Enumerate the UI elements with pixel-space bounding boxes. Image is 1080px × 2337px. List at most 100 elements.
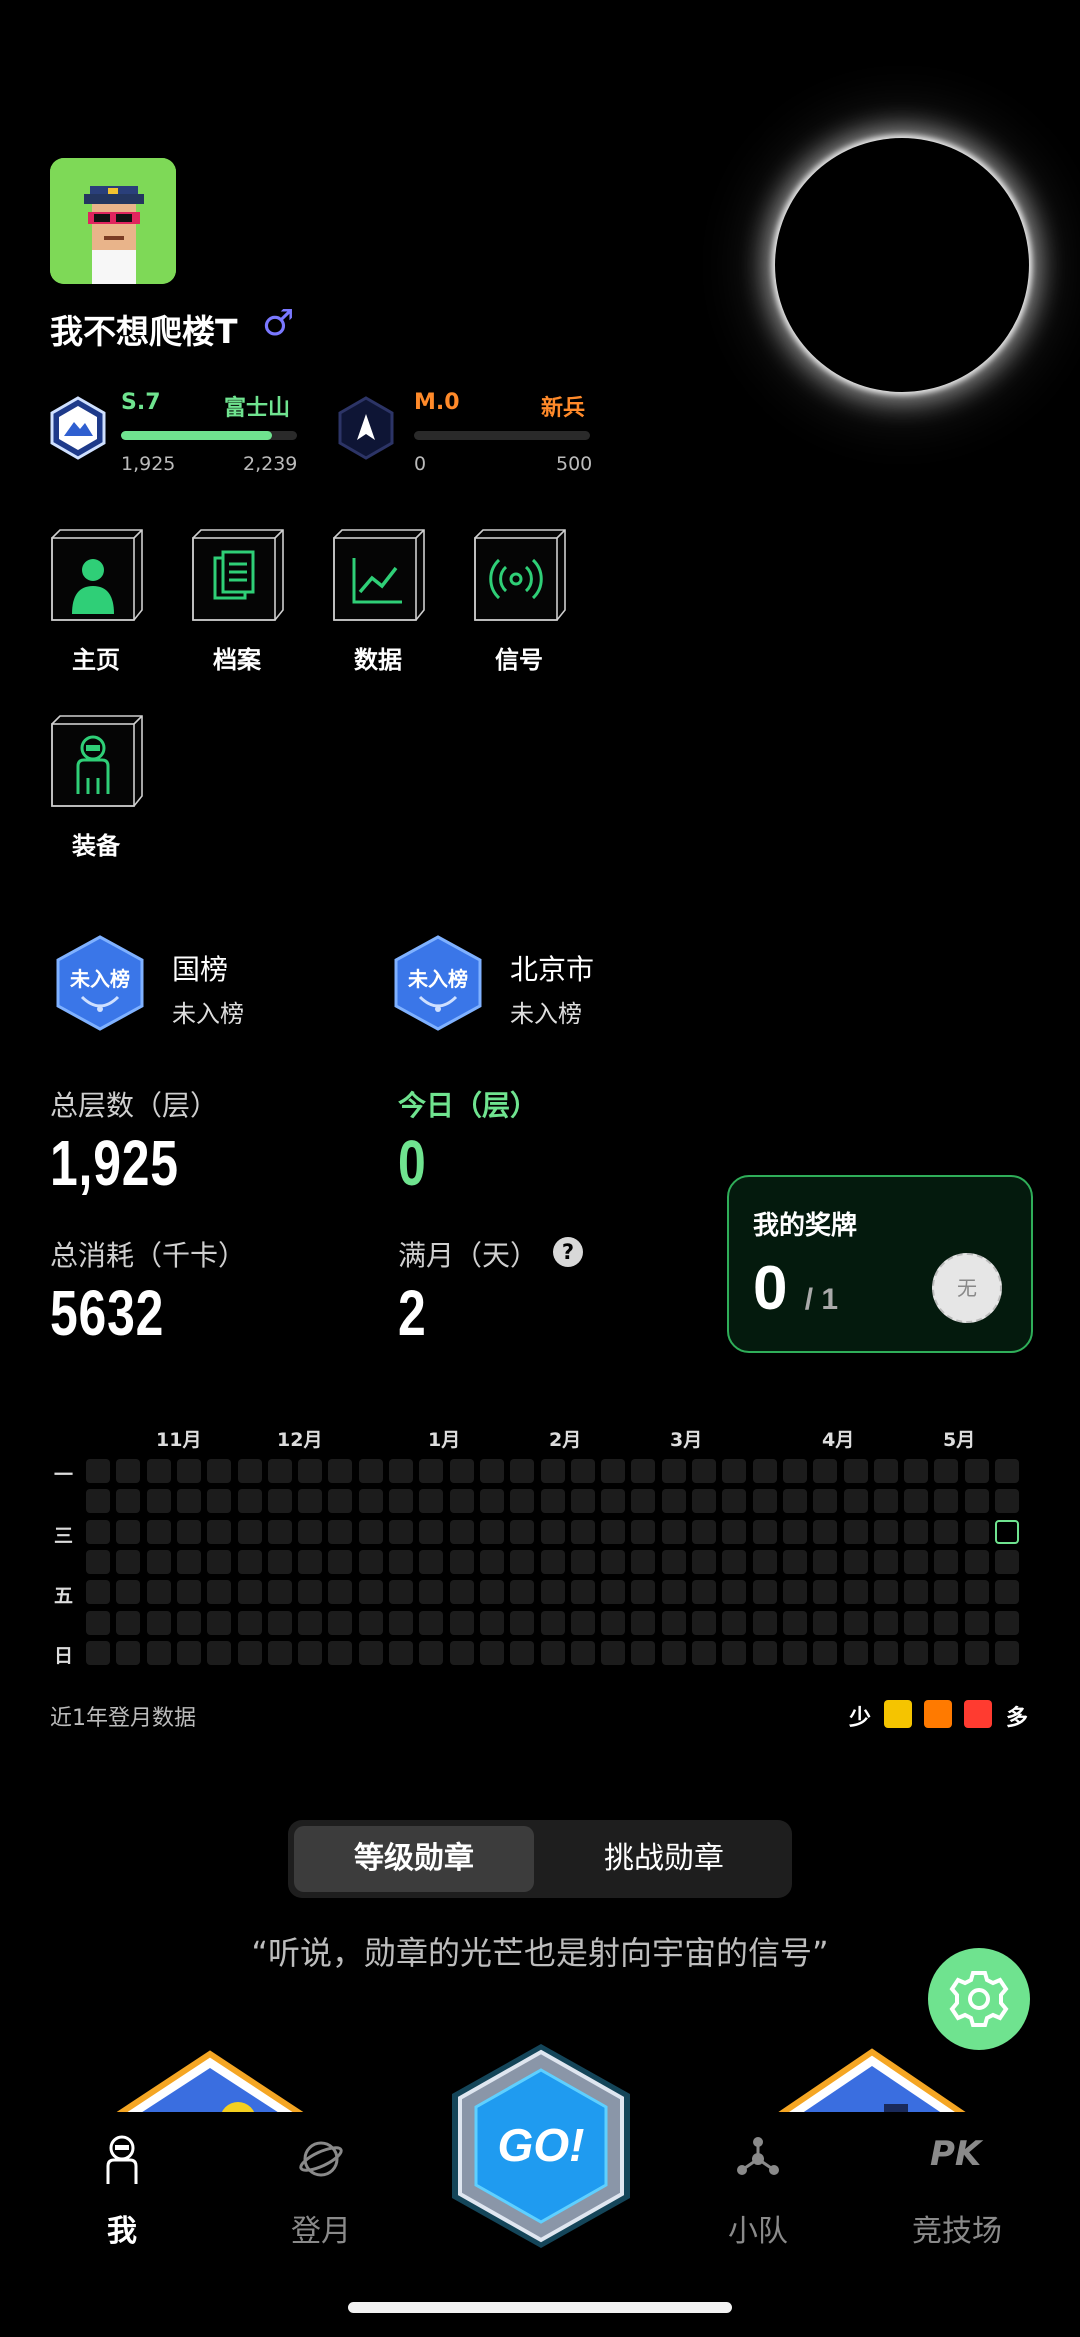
calendar-cell — [207, 1489, 231, 1513]
rank-title: 新兵 — [541, 396, 586, 421]
calendar-cell — [268, 1611, 292, 1635]
calendar-cell — [722, 1580, 746, 1604]
calendar-cell — [571, 1489, 595, 1513]
help-icon[interactable]: ? — [553, 1237, 583, 1267]
pk-icon[interactable]: PK — [930, 2134, 981, 2174]
calendar-cell — [874, 1641, 898, 1665]
calendar-cell — [86, 1611, 110, 1635]
calories-value: 5632 — [50, 1277, 165, 1349]
calendar-cell — [571, 1641, 595, 1665]
leaderboard-status: 未入榜 — [510, 1000, 582, 1028]
calendar-cell — [904, 1580, 928, 1604]
calendar-cell — [571, 1611, 595, 1635]
calendar-cell — [389, 1489, 413, 1513]
home-indicator[interactable] — [348, 2302, 732, 2313]
calendar-cell — [965, 1459, 989, 1483]
calendar-cell — [116, 1611, 140, 1635]
leaderboard-title: 国榜 — [172, 953, 229, 986]
calendar-cell — [904, 1611, 928, 1635]
rank-target: 2,239 — [243, 453, 298, 475]
calendar-cell — [86, 1580, 110, 1604]
calendar-cell — [541, 1459, 565, 1483]
calendar-cell — [844, 1580, 868, 1604]
medal-preview-right[interactable] — [762, 2048, 982, 2120]
calendar-cell — [419, 1641, 443, 1665]
calendar-cell — [662, 1520, 686, 1544]
calendar-cell — [995, 1641, 1019, 1665]
rank-badge-mountain[interactable] — [50, 396, 106, 464]
calendar-cell — [268, 1520, 292, 1544]
calendar-cell-today — [995, 1520, 1019, 1544]
calendar-cell — [874, 1611, 898, 1635]
calendar-cell — [510, 1580, 534, 1604]
calendar-cell — [995, 1580, 1019, 1604]
calendar-cell — [207, 1641, 231, 1665]
calendar-cell — [662, 1489, 686, 1513]
calendar-cell — [692, 1489, 716, 1513]
calendar-cell — [904, 1489, 928, 1513]
menu-item-data[interactable] — [332, 528, 432, 632]
calendar-cell — [207, 1459, 231, 1483]
go-label: GO! — [497, 2119, 585, 2171]
nav-item-team[interactable] — [735, 2136, 781, 2186]
calendar-cell — [450, 1520, 474, 1544]
medal-preview-left[interactable] — [100, 2050, 320, 2120]
calendar-cell — [934, 1459, 958, 1483]
nav-item-moon[interactable] — [298, 2136, 344, 2186]
calendar-cell — [753, 1611, 777, 1635]
go-button[interactable]: GO! — [446, 2040, 636, 2252]
calendar-cell — [753, 1459, 777, 1483]
calendar-cell — [783, 1550, 807, 1574]
calendar-cell — [783, 1520, 807, 1544]
calendar-cell — [116, 1489, 140, 1513]
calendar-cell — [541, 1520, 565, 1544]
calendar-cell — [207, 1520, 231, 1544]
nav-label-arena: 竞技场 — [912, 2214, 1002, 2249]
calendar-cell — [116, 1520, 140, 1544]
menu-item-home[interactable] — [50, 528, 150, 632]
calendar-cell — [571, 1459, 595, 1483]
menu-item-archive[interactable] — [191, 528, 291, 632]
calendar-cell — [298, 1580, 322, 1604]
calendar-cell — [722, 1520, 746, 1544]
calendar-cell — [783, 1611, 807, 1635]
calendar-cell — [419, 1520, 443, 1544]
astronaut-icon — [106, 2135, 138, 2184]
calendar-cell — [298, 1520, 322, 1544]
weekday-label: 一 — [54, 1464, 74, 1486]
month-label: 12月 — [277, 1429, 323, 1451]
calendar-cell — [631, 1520, 655, 1544]
my-medals-card[interactable]: 我的奖牌 0 / 1 无 — [727, 1175, 1033, 1353]
calendar-cell — [510, 1489, 534, 1513]
full-month-value: 2 — [398, 1277, 427, 1349]
avatar[interactable] — [50, 158, 176, 284]
calendar-cell — [328, 1641, 352, 1665]
calendar-cell — [298, 1611, 322, 1635]
leaderboard-title: 北京市 — [510, 953, 595, 986]
menu-label: 数据 — [354, 646, 402, 674]
calendar-cell — [813, 1520, 837, 1544]
rank-progress-bar — [414, 431, 590, 440]
city-rank-badge[interactable]: 未入榜 — [394, 935, 482, 1035]
nav-item-me[interactable] — [102, 2134, 142, 2190]
medals-title: 我的奖牌 — [753, 1211, 858, 1241]
calendar-cell — [722, 1489, 746, 1513]
menu-item-equipment[interactable] — [50, 714, 150, 818]
mountain-badge-icon — [50, 396, 106, 460]
calendar-cell — [631, 1641, 655, 1665]
calendar-cell — [934, 1580, 958, 1604]
settings-button[interactable] — [928, 1948, 1030, 2050]
calendar-cell — [783, 1489, 807, 1513]
calendar-cell — [328, 1520, 352, 1544]
tab-challenge-medals[interactable]: 挑战勋章 — [542, 1826, 786, 1892]
rank-badge-recruit[interactable] — [338, 396, 394, 464]
calendar-cell — [965, 1611, 989, 1635]
team-nodes-icon — [737, 2137, 779, 2175]
tab-level-medals[interactable]: 等级勋章 — [294, 1826, 534, 1892]
national-rank-badge[interactable]: 未入榜 — [56, 935, 144, 1035]
calendar-cell — [904, 1459, 928, 1483]
menu-item-signal[interactable] — [473, 528, 573, 632]
calendar-cell — [268, 1459, 292, 1483]
calendar-cell — [601, 1550, 625, 1574]
calendar-cell — [844, 1641, 868, 1665]
